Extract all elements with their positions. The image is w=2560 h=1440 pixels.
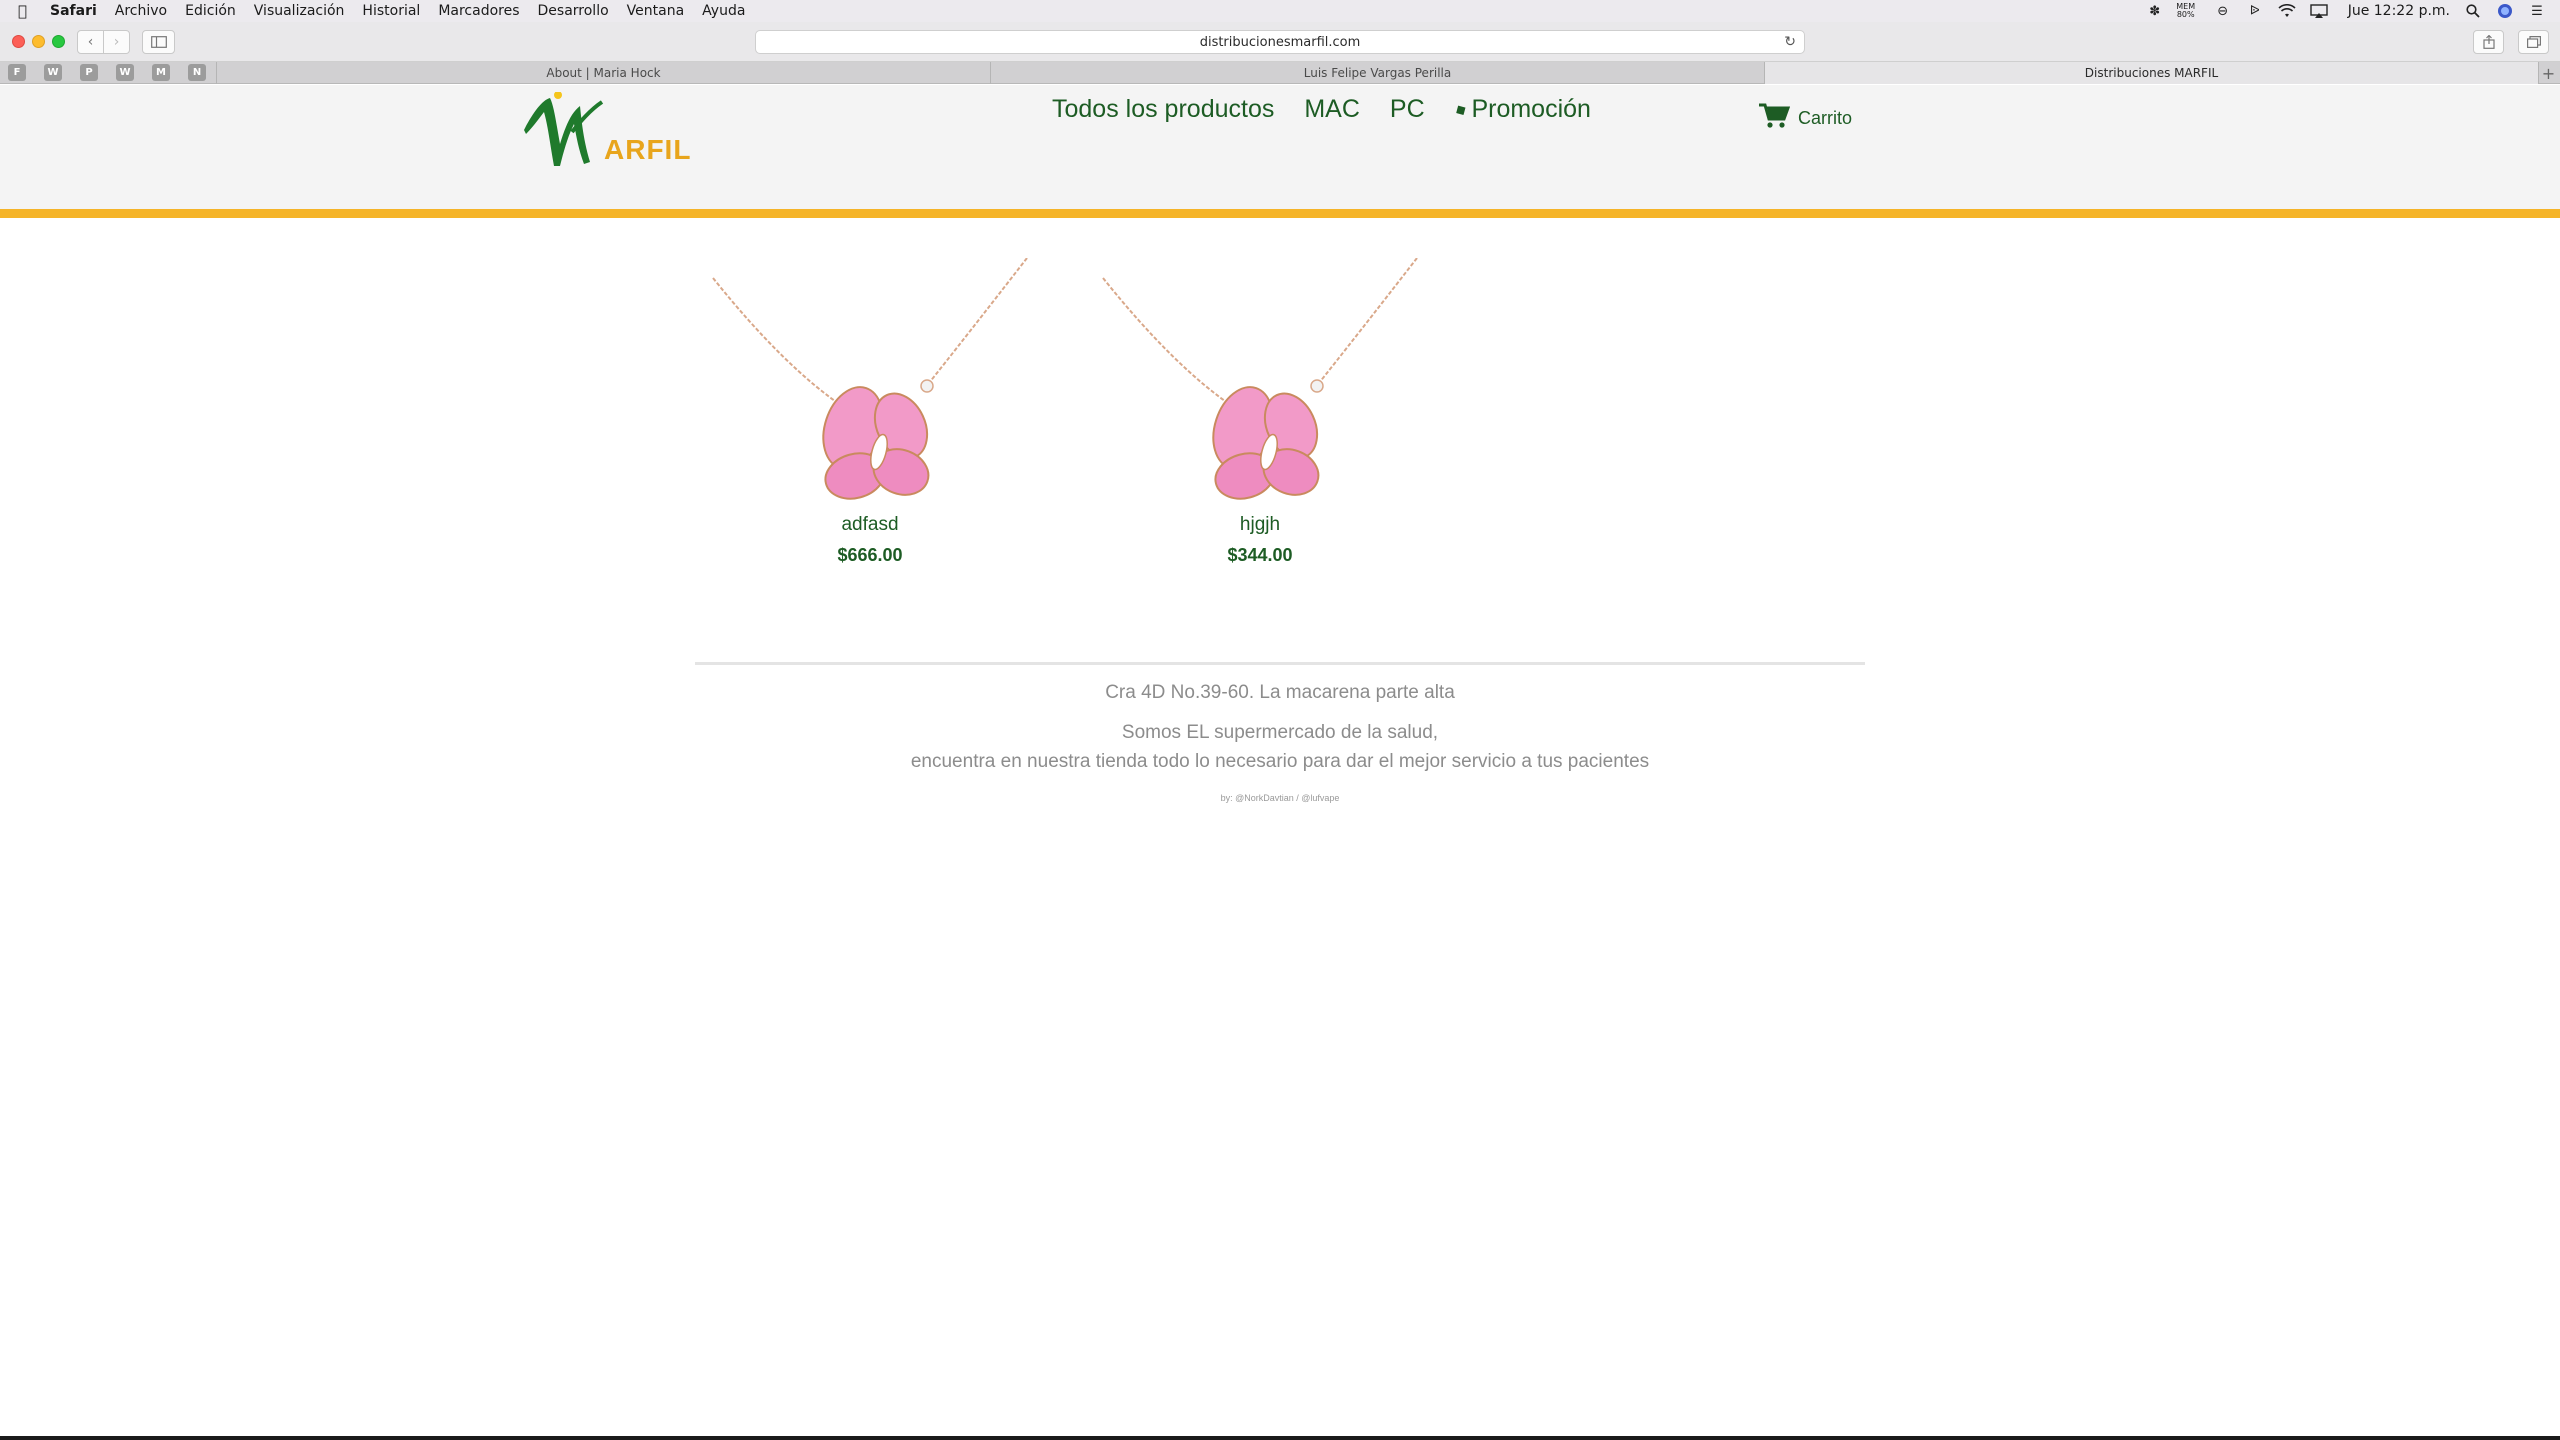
window-bottom-edge [0,1436,2560,1440]
tab-about-maria-hock[interactable]: About | Maria Hock [216,62,990,84]
tag-icon: ◆ [1451,99,1469,119]
nav-promocion[interactable]: ◆ Promoción [1451,95,1591,124]
tab-title: About | Maria Hock [546,66,661,80]
footer-address: Cra 4D No.39-60. La macarena parte alta [1105,682,1455,703]
shopping-cart-icon [1759,103,1790,128]
share-button[interactable] [2473,30,2504,54]
product-name[interactable]: hjgjh [1090,514,1430,536]
share-icon [2482,35,2495,49]
forward-button[interactable]: › [103,30,130,54]
pinned-tab-w-icon[interactable]: W [44,64,62,81]
menu-ventana[interactable]: Ventana [627,0,685,22]
footer-divider [695,662,1865,665]
plus-icon: + [2541,63,2556,83]
window-close-button[interactable] [12,35,25,48]
site-footer: Cra 4D No.39-60. La macarena parte alta … [695,680,1865,804]
wifi-icon[interactable] [2278,4,2296,18]
new-tab-button[interactable]: + [2538,62,2558,84]
product-name[interactable]: adfasd [700,514,1040,536]
tab-luis-felipe[interactable]: Luis Felipe Vargas Perilla [990,62,1764,84]
menu-marcadores[interactable]: Marcadores [438,0,519,22]
tab-title: Distribuciones MARFIL [2084,66,2219,80]
window-fullscreen-button[interactable] [52,35,65,48]
pinned-tab-n-icon[interactable]: N [188,64,206,81]
footer-slogan-line1: Somos EL supermercado de la salud, [1121,722,1439,743]
macos-menu-bar:  Safari Archivo Edición Visualización H… [0,0,2560,22]
airplay-icon[interactable] [2310,4,2328,18]
logo-text: ARFIL [604,134,692,165]
pinned-tab-p-icon[interactable]: P [80,64,98,81]
product-image[interactable] [1095,257,1425,508]
product-price: $666.00 [837,545,903,565]
butterfly-necklace-image [712,257,1028,500]
product-image[interactable] [705,257,1035,508]
product-price: $344.00 [1227,545,1293,565]
tab-title: Luis Felipe Vargas Perilla [1303,66,1452,80]
cart-link[interactable]: Carrito [1758,100,1852,129]
chevron-left-icon: ‹ [87,34,94,50]
butterfly-necklace-image [1102,257,1418,500]
apple-menu-icon[interactable]:  [18,2,36,20]
product-card[interactable]: hjgjh $344.00 [1090,257,1430,566]
marfil-logo[interactable]: ARFIL [520,92,690,172]
nav-promocion-label: Promoción [1471,95,1591,123]
tabs-overview-icon [2526,36,2541,48]
window-minimize-button[interactable] [32,35,45,48]
memory-value: 80% [2176,10,2195,19]
menu-bar-clock[interactable]: Jue 12:22 p.m. [2348,3,2450,19]
menu-edicion[interactable]: Edición [185,0,236,22]
sidebar-icon [150,36,167,48]
menu-archivo[interactable]: Archivo [115,0,167,22]
address-bar[interactable]: distribucionesmarfil.com ↻ [755,30,1805,54]
menu-desarrollo[interactable]: Desarrollo [538,0,609,22]
footer-slogan-line2: encuentra en nuestra tienda todo lo nece… [910,751,1650,772]
cart-label: Carrito [1798,108,1853,128]
nav-pc[interactable]: PC [1390,95,1425,124]
menu-app-safari[interactable]: Safari [50,0,97,22]
nav-todos-los-productos[interactable]: Todos los productos [1052,95,1274,124]
show-tabs-button[interactable] [2518,30,2549,54]
footer-credits[interactable]: by: @NorkDavtian / @lufvape [695,792,1865,804]
back-button[interactable]: ‹ [77,30,104,54]
chevron-right-icon: › [113,34,120,50]
url-text: distribucionesmarfil.com [1199,34,1361,50]
header-accent-stripe [0,209,2560,218]
memory-monitor[interactable]: MEM 80% [2172,3,2200,19]
pinned-tabs: F W P W M N [8,64,224,81]
browser-toolbar: ‹ › distribucionesmarfil.com ↻ [0,22,2560,62]
spotlight-search-icon[interactable] [2464,4,2482,18]
footer-slogan: Somos EL supermercado de la salud, encue… [695,718,1865,776]
main-nav: Todos los productos MAC PC ◆ Promoción [1052,95,1621,124]
product-card[interactable]: adfasd $666.00 [700,257,1040,566]
pinned-tab-w2-icon[interactable]: W [116,64,134,81]
menu-bar-status-area: ✽ MEM 80% ⊖ ᐉ Jue 12:22 p.m. ☰ [2132,0,2546,22]
creative-cloud-icon[interactable]: ✽ [2146,4,2164,19]
siri-icon[interactable] [2496,4,2514,18]
reload-icon[interactable]: ↻ [1784,34,1796,50]
pinned-tab-m-icon[interactable]: M [152,64,170,81]
product-grid: adfasd $666.00 hjgjh $344.00 [700,257,1900,578]
menu-visualizacion[interactable]: Visualización [254,0,345,22]
sidebar-toggle-button[interactable] [142,30,175,54]
tab-bar: F W P W M N About | Maria Hock Luis Feli… [0,62,2560,84]
menu-ayuda[interactable]: Ayuda [702,0,745,22]
pinned-tab-facebook-icon[interactable]: F [8,64,26,81]
nav-mac[interactable]: MAC [1304,95,1360,124]
notification-center-icon[interactable]: ☰ [2528,4,2546,19]
menu-historial[interactable]: Historial [362,0,420,22]
do-not-disturb-icon[interactable]: ⊖ [2214,4,2232,19]
bluetooth-icon[interactable]: ᐉ [2246,4,2264,19]
tab-distribuciones-marfil[interactable]: Distribuciones MARFIL [1764,62,2538,84]
